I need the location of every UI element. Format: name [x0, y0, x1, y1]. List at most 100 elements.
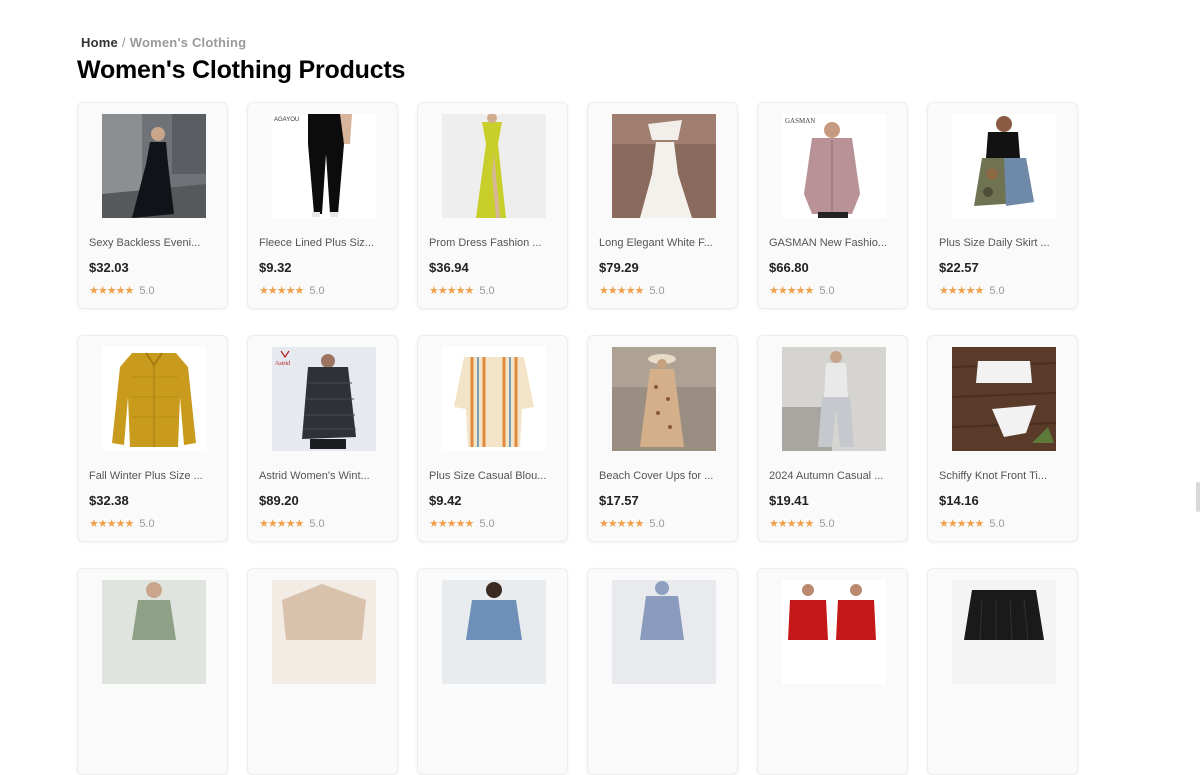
breadcrumb-home-link[interactable]: Home — [81, 35, 118, 50]
rating-value: 5.0 — [139, 518, 155, 530]
product-price: $17.57 — [599, 493, 639, 508]
product-name[interactable]: Plus Size Daily Skirt ... — [939, 237, 1067, 249]
product-price: $32.03 — [89, 260, 129, 275]
product-image[interactable] — [782, 347, 886, 451]
rating-value: 5.0 — [649, 285, 665, 297]
product-rating: ★★★★★ 5.0 — [599, 517, 665, 531]
product-rating: ★★★★★ 5.0 — [89, 517, 155, 531]
product-card[interactable]: Long Elegant White F... $79.29 ★★★★★ 5.0 — [587, 102, 738, 309]
product-price: $79.29 — [599, 260, 639, 275]
rating-value: 5.0 — [309, 285, 325, 297]
page-title: Women's Clothing Products — [77, 56, 406, 84]
product-rating: ★★★★★ 5.0 — [429, 517, 495, 531]
product-image[interactable]: GASMAN — [782, 114, 886, 218]
product-price: $14.16 — [939, 493, 979, 508]
product-image[interactable] — [612, 580, 716, 684]
product-name[interactable]: 2024 Autumn Casual ... — [769, 470, 897, 482]
rating-value: 5.0 — [989, 518, 1005, 530]
product-name[interactable]: Astrid Women's Wint... — [259, 470, 387, 482]
product-name[interactable]: Plus Size Casual Blou... — [429, 470, 557, 482]
product-rating: ★★★★★ 5.0 — [939, 284, 1005, 298]
rating-value: 5.0 — [819, 518, 835, 530]
product-card[interactable]: Plus Size Daily Skirt ... $22.57 ★★★★★ 5.0 — [927, 102, 1078, 309]
product-rating: ★★★★★ 5.0 — [89, 284, 155, 298]
product-card[interactable]: GASMAN GASMAN New Fashio... $66.80 ★★★★★ 5.0 — [757, 102, 908, 309]
star-rating-icon: ★★★★★ — [429, 518, 474, 530]
star-rating-icon: ★★★★★ — [89, 518, 134, 530]
product-card[interactable] — [77, 568, 228, 775]
product-rating: ★★★★★ 5.0 — [939, 517, 1005, 531]
product-image[interactable] — [952, 580, 1056, 684]
breadcrumb: Home / Women's Clothing — [81, 35, 246, 50]
product-image[interactable] — [442, 347, 546, 451]
product-rating: ★★★★★ 5.0 — [599, 284, 665, 298]
scrollbar-thumb[interactable] — [1196, 482, 1200, 512]
product-card[interactable] — [247, 568, 398, 775]
svg-text:GASMAN: GASMAN — [785, 117, 815, 125]
product-image[interactable] — [612, 347, 716, 451]
star-rating-icon: ★★★★★ — [429, 285, 474, 297]
product-name[interactable]: Fall Winter Plus Size ... — [89, 470, 217, 482]
rating-value: 5.0 — [309, 518, 325, 530]
product-card[interactable]: Plus Size Casual Blou... $9.42 ★★★★★ 5.0 — [417, 335, 568, 542]
star-rating-icon: ★★★★★ — [769, 518, 814, 530]
product-name[interactable]: Sexy Backless Eveni... — [89, 237, 217, 249]
rating-value: 5.0 — [819, 285, 835, 297]
star-rating-icon: ★★★★★ — [259, 518, 304, 530]
rating-value: 5.0 — [139, 285, 155, 297]
product-card[interactable]: AGAYOU Fleece Lined Plus Siz... $9.32 ★★★★★… — [247, 102, 398, 309]
product-card[interactable]: Prom Dress Fashion ... $36.94 ★★★★★ 5.0 — [417, 102, 568, 309]
product-price: $9.42 — [429, 493, 462, 508]
product-image[interactable] — [272, 580, 376, 684]
product-rating: ★★★★★ 5.0 — [259, 517, 325, 531]
product-image[interactable] — [952, 114, 1056, 218]
product-image[interactable] — [612, 114, 716, 218]
product-card[interactable]: Beach Cover Ups for ... $17.57 ★★★★★ 5.0 — [587, 335, 738, 542]
product-rating: ★★★★★ 5.0 — [769, 284, 835, 298]
product-card[interactable] — [587, 568, 738, 775]
star-rating-icon: ★★★★★ — [259, 285, 304, 297]
product-card[interactable]: 2024 Autumn Casual ... $19.41 ★★★★★ 5.0 — [757, 335, 908, 542]
product-card[interactable]: Fall Winter Plus Size ... $32.38 ★★★★★ 5.0 — [77, 335, 228, 542]
product-card[interactable] — [417, 568, 568, 775]
product-image[interactable] — [442, 580, 546, 684]
svg-text:AGAYOU: AGAYOU — [274, 117, 299, 123]
star-rating-icon: ★★★★★ — [89, 285, 134, 297]
product-price: $19.41 — [769, 493, 809, 508]
product-price: $22.57 — [939, 260, 979, 275]
product-image[interactable] — [102, 347, 206, 451]
star-rating-icon: ★★★★★ — [599, 518, 644, 530]
product-price: $32.38 — [89, 493, 129, 508]
product-price: $9.32 — [259, 260, 292, 275]
product-card[interactable]: Schiffy Knot Front Ti... $14.16 ★★★★★ 5.0 — [927, 335, 1078, 542]
product-image[interactable] — [102, 114, 206, 218]
star-rating-icon: ★★★★★ — [599, 285, 644, 297]
product-rating: ★★★★★ 5.0 — [769, 517, 835, 531]
product-card[interactable] — [927, 568, 1078, 775]
breadcrumb-current: Women's Clothing — [129, 35, 247, 50]
product-price: $36.94 — [429, 260, 469, 275]
product-image[interactable] — [102, 580, 206, 684]
product-image[interactable]: AGAYOU — [272, 114, 376, 218]
product-name[interactable]: Prom Dress Fashion ... — [429, 237, 557, 249]
product-card[interactable]: Astrid Astrid Women's Wint... $89.20 ★★★★★ 5… — [247, 335, 398, 542]
breadcrumb-separator: / — [121, 35, 126, 50]
rating-value: 5.0 — [479, 518, 495, 530]
product-image[interactable] — [442, 114, 546, 218]
product-image[interactable]: Astrid — [272, 347, 376, 451]
product-image[interactable] — [782, 580, 886, 684]
product-price: $66.80 — [769, 260, 809, 275]
product-card[interactable]: Sexy Backless Eveni... $32.03 ★★★★★ 5.0 — [77, 102, 228, 309]
product-name[interactable]: Long Elegant White F... — [599, 237, 727, 249]
product-card[interactable] — [757, 568, 908, 775]
product-name[interactable]: Schiffy Knot Front Ti... — [939, 470, 1067, 482]
product-name[interactable]: GASMAN New Fashio... — [769, 237, 897, 249]
product-price: $89.20 — [259, 493, 299, 508]
star-rating-icon: ★★★★★ — [939, 285, 984, 297]
product-image[interactable] — [952, 347, 1056, 451]
product-name[interactable]: Beach Cover Ups for ... — [599, 470, 727, 482]
product-name[interactable]: Fleece Lined Plus Siz... — [259, 237, 387, 249]
rating-value: 5.0 — [479, 285, 495, 297]
product-rating: ★★★★★ 5.0 — [259, 284, 325, 298]
svg-text:Astrid: Astrid — [275, 361, 290, 367]
